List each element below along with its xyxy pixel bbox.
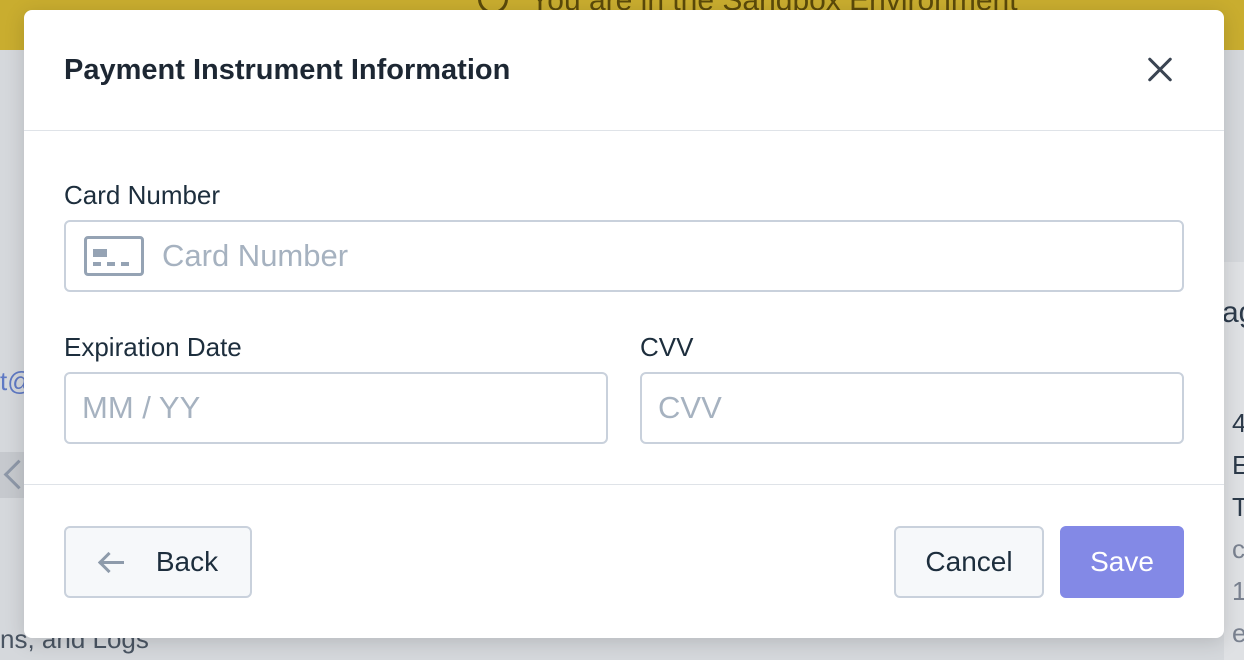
background-line: 4	[1232, 408, 1244, 438]
background-right-text: 4 E T c 1 e	[1232, 402, 1244, 654]
credit-card-icon	[84, 236, 144, 276]
chevron-left-icon	[0, 452, 24, 498]
background-line: e	[1232, 618, 1244, 648]
close-icon[interactable]	[1140, 50, 1180, 90]
cancel-button[interactable]: Cancel	[894, 526, 1044, 598]
save-button[interactable]: Save	[1060, 526, 1184, 598]
cvv-field[interactable]	[640, 372, 1184, 444]
expiration-date-input[interactable]	[82, 374, 606, 442]
expiration-date-label: Expiration Date	[64, 332, 242, 362]
cancel-button-label: Cancel	[925, 546, 1013, 577]
background-line: T	[1232, 492, 1244, 522]
modal-title: Payment Instrument Information	[64, 53, 511, 86]
background-line: 1	[1232, 576, 1244, 606]
save-button-label: Save	[1090, 546, 1154, 577]
background-heading: ag	[1222, 296, 1244, 329]
background-line: c	[1232, 534, 1244, 564]
background-line: E	[1232, 450, 1244, 480]
back-button-label: Back	[155, 546, 219, 577]
back-button[interactable]: Back	[64, 526, 252, 598]
card-number-field[interactable]	[64, 220, 1184, 292]
arrow-left-icon	[98, 551, 126, 573]
modal-body: Card Number Expiration Date CVV	[24, 131, 1224, 485]
card-number-label: Card Number	[64, 180, 221, 210]
card-number-input[interactable]	[162, 222, 1182, 290]
modal-header: Payment Instrument Information	[24, 10, 1224, 131]
cvv-input[interactable]	[658, 374, 1182, 442]
payment-instrument-modal: Payment Instrument Information Card Numb…	[24, 10, 1224, 638]
cvv-label: CVV	[640, 332, 694, 362]
modal-footer: Back Cancel Save	[24, 485, 1224, 637]
expiration-date-field[interactable]	[64, 372, 608, 444]
